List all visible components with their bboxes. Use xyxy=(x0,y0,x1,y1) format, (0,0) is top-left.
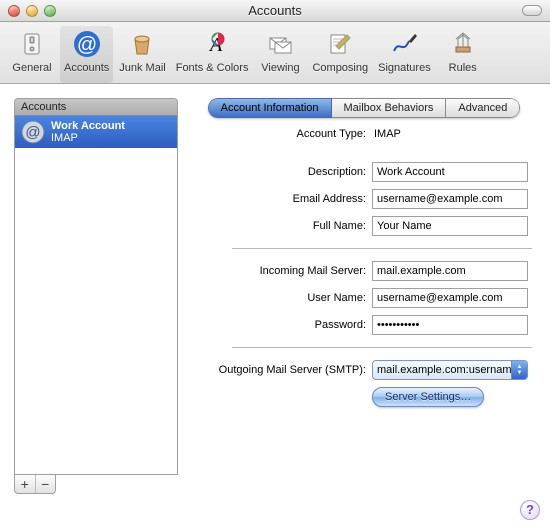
pref-accounts[interactable]: @ Accounts xyxy=(60,26,113,83)
add-remove-control: + − xyxy=(14,475,56,494)
fonts-colors-icon: A xyxy=(196,28,228,60)
smtp-server-select[interactable]: mail.example.com:usernam ▲▼ xyxy=(372,360,528,380)
account-tabs: Account Information Mailbox Behaviors Ad… xyxy=(192,98,536,118)
toolbar-label: Accounts xyxy=(64,62,109,74)
account-type-value: IMAP xyxy=(372,128,401,140)
toolbar-label: Viewing xyxy=(261,62,299,74)
email-label: Email Address: xyxy=(192,193,372,205)
sidebar-header: Accounts xyxy=(14,98,178,116)
tab-account-information[interactable]: Account Information xyxy=(208,98,332,118)
username-input[interactable] xyxy=(372,288,528,308)
remove-account-button[interactable]: − xyxy=(35,475,56,493)
toolbar-toggle-icon[interactable] xyxy=(522,5,542,16)
separator xyxy=(232,347,532,348)
description-input[interactable] xyxy=(372,162,528,182)
password-input[interactable] xyxy=(372,315,528,335)
pref-composing[interactable]: Composing xyxy=(308,26,372,83)
incoming-server-input[interactable] xyxy=(372,261,528,281)
incoming-label: Incoming Mail Server: xyxy=(192,265,372,277)
tab-advanced[interactable]: Advanced xyxy=(446,98,520,118)
account-protocol: IMAP xyxy=(51,132,125,144)
toolbar-label: Rules xyxy=(449,62,477,74)
updown-arrows-icon: ▲▼ xyxy=(511,361,527,379)
signature-icon xyxy=(388,28,420,60)
add-account-button[interactable]: + xyxy=(15,475,35,493)
pref-fonts-colors[interactable]: A Fonts & Colors xyxy=(172,26,253,83)
server-settings-button[interactable]: Server Settings… xyxy=(372,387,484,407)
smtp-server-value: mail.example.com:usernam xyxy=(373,364,511,376)
envelopes-icon xyxy=(264,28,296,60)
trash-icon xyxy=(126,28,158,60)
rules-icon xyxy=(447,28,479,60)
toolbar-label: Junk Mail xyxy=(119,62,165,74)
account-row-text: Work Account IMAP xyxy=(51,120,125,144)
toolbar-label: Fonts & Colors xyxy=(176,62,249,74)
password-label: Password: xyxy=(192,319,372,331)
at-sign-icon: @ xyxy=(71,28,103,60)
smtp-label: Outgoing Mail Server (SMTP): xyxy=(192,364,372,376)
toolbar-label: Signatures xyxy=(378,62,431,74)
description-label: Description: xyxy=(192,166,372,178)
accounts-list[interactable]: @ Work Account IMAP xyxy=(14,116,178,475)
account-name: Work Account xyxy=(51,120,125,132)
fullname-label: Full Name: xyxy=(192,220,372,232)
window-titlebar: Accounts xyxy=(0,0,550,22)
fullname-input[interactable] xyxy=(372,216,528,236)
toolbar-label: Composing xyxy=(312,62,368,74)
switch-icon xyxy=(16,28,48,60)
account-type-label: Account Type: xyxy=(192,128,372,140)
svg-text:@: @ xyxy=(76,34,96,56)
help-button[interactable]: ? xyxy=(520,500,540,520)
svg-text:@: @ xyxy=(25,124,40,141)
compose-icon xyxy=(324,28,356,60)
pref-general[interactable]: General xyxy=(6,26,58,83)
separator xyxy=(232,248,532,249)
window-title: Accounts xyxy=(0,3,550,18)
pref-signatures[interactable]: Signatures xyxy=(374,26,435,83)
pref-viewing[interactable]: Viewing xyxy=(254,26,306,83)
account-row[interactable]: @ Work Account IMAP xyxy=(15,116,177,148)
toolbar-label: General xyxy=(12,62,51,74)
pref-rules[interactable]: Rules xyxy=(437,26,489,83)
preferences-toolbar: General @ Accounts Junk Mail A Fonts & C… xyxy=(0,22,550,84)
at-sign-icon: @ xyxy=(21,120,45,144)
tab-mailbox-behaviors[interactable]: Mailbox Behaviors xyxy=(332,98,447,118)
username-label: User Name: xyxy=(192,292,372,304)
pref-junk-mail[interactable]: Junk Mail xyxy=(115,26,169,83)
email-input[interactable] xyxy=(372,189,528,209)
